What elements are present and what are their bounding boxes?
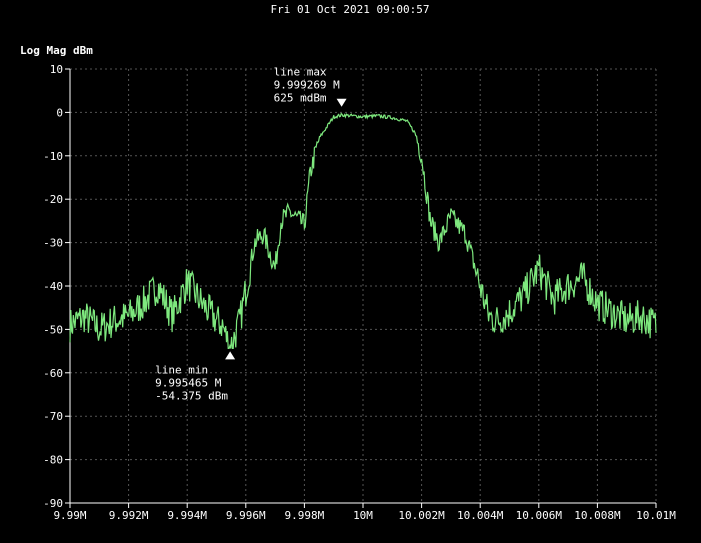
- max-marker-text: 625 mdBm: [274, 92, 327, 105]
- x-tick-label: 9.99M: [53, 509, 86, 522]
- max-marker: line max9.999269 M625 mdBm: [274, 66, 347, 107]
- chart-title: Fri 01 Oct 2021 09:00:57: [271, 3, 430, 16]
- x-tick-labels: 9.99M 9.992M 9.994M 9.996M 9.998M 10M 10.002M 1…: [53, 509, 676, 522]
- x-tick-label: 9.996M: [226, 509, 266, 522]
- marker-min-icon: [225, 351, 236, 360]
- min-marker-text: 9.995465 M: [155, 376, 222, 389]
- y-tick-label: -20: [43, 193, 63, 206]
- y-tick-label: 0: [56, 106, 63, 119]
- y-tick-label: 10: [50, 63, 63, 76]
- y-tick-label: -40: [43, 280, 63, 293]
- min-marker-text: -54.375 dBm: [155, 389, 228, 402]
- y-tick-label: -60: [43, 367, 63, 380]
- y-tick-labels: 100-10-20-30-40-50-60-70-80-90: [43, 63, 63, 510]
- x-tick-label: 10.004M: [457, 509, 504, 522]
- spectrum-chart: Fri 01 Oct 2021 09:00:57 Log Mag dBm 10 0…: [20, 3, 676, 522]
- trace-line: [69, 112, 657, 349]
- markers: line max9.999269 M625 mdBm line min9.9954…: [155, 66, 347, 402]
- max-marker-text: 9.999269 M: [274, 79, 341, 92]
- x-tick-label: 10.01M: [636, 509, 676, 522]
- y-tick-label: -70: [43, 410, 63, 423]
- x-tick-label: 9.992M: [109, 509, 149, 522]
- x-tick-label: 10.008M: [574, 509, 621, 522]
- min-marker: line min9.995465 M-54.375 dBm: [155, 351, 236, 402]
- x-tick-label: 9.998M: [285, 509, 325, 522]
- x-tick-label: 10.002M: [398, 509, 445, 522]
- x-tick-label: 10M: [353, 509, 373, 522]
- y-axis-label: Log Mag dBm: [20, 44, 93, 57]
- y-tick-label: -80: [43, 454, 63, 467]
- marker-max-icon: [336, 98, 347, 107]
- x-tick-label: 9.994M: [167, 509, 207, 522]
- y-tick-label: -30: [43, 237, 63, 250]
- max-marker-text: line max: [274, 66, 327, 79]
- y-tick-label: -50: [43, 323, 63, 336]
- y-tick-label: -10: [43, 150, 63, 163]
- min-marker-text: line min: [155, 363, 208, 376]
- x-tick-label: 10.006M: [516, 509, 563, 522]
